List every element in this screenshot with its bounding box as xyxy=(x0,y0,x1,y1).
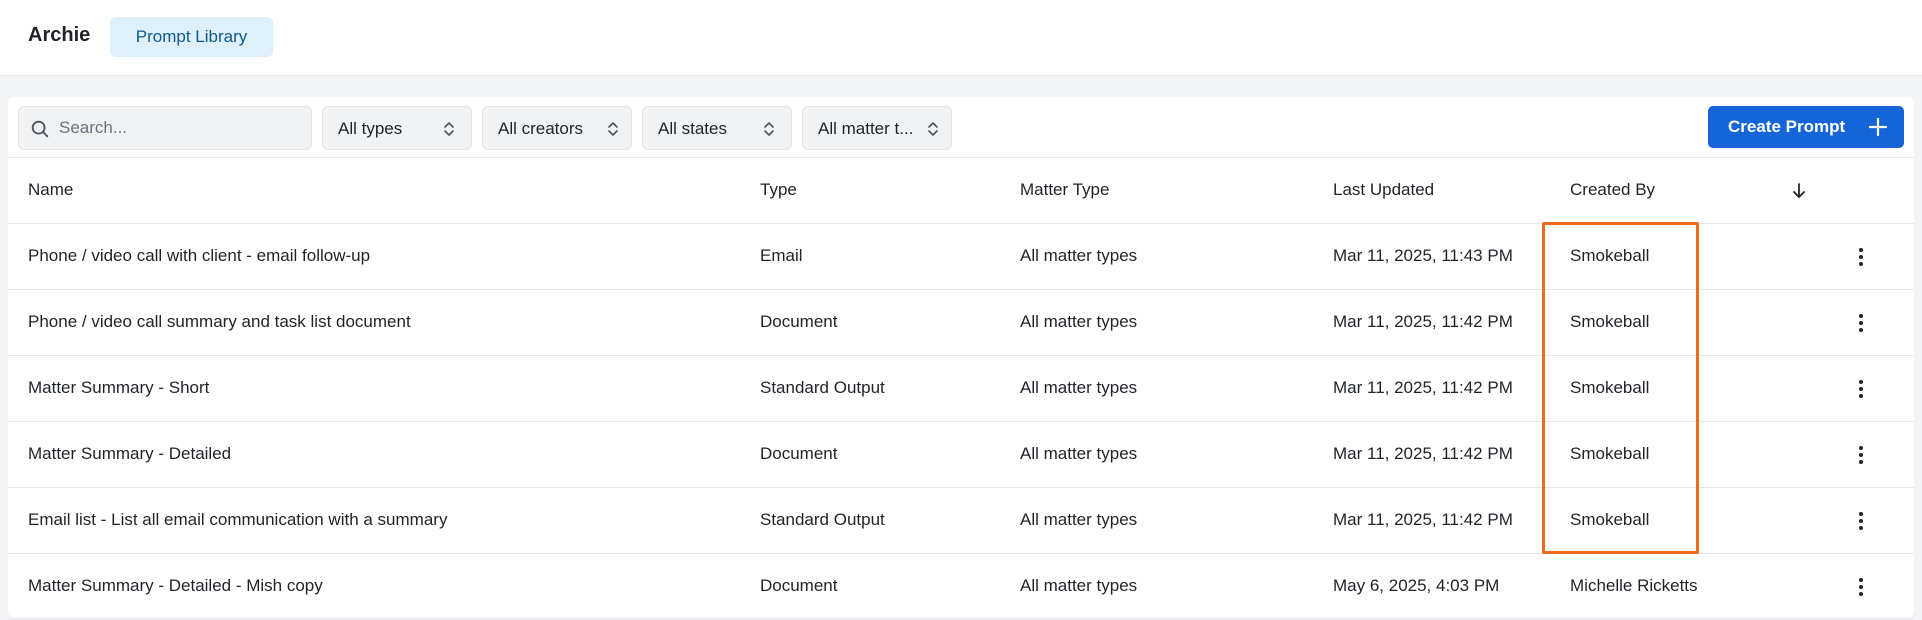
plus-icon xyxy=(1868,117,1888,137)
chevron-up-down-icon xyxy=(928,122,938,136)
create-prompt-button[interactable]: Create Prompt xyxy=(1708,106,1904,148)
table-row[interactable]: Phone / video call summary and task list… xyxy=(8,290,1914,356)
table-row[interactable]: Matter Summary - Detailed Document All m… xyxy=(8,422,1914,488)
chevron-up-down-icon xyxy=(444,122,454,136)
type-filter-value: All types xyxy=(338,119,403,138)
type-filter-select[interactable]: All types xyxy=(322,106,472,150)
row-type: Document xyxy=(760,444,838,463)
row-matter-type: All matter types xyxy=(1020,576,1138,595)
row-type: Email xyxy=(760,246,803,265)
table-row[interactable]: Email list - List all email communicatio… xyxy=(8,488,1914,554)
row-last-updated: May 6, 2025, 4:03 PM xyxy=(1333,576,1500,595)
matter-type-filter-value: All matter t... xyxy=(818,119,914,138)
table-header: Name Type Matter Type Last Updated Creat… xyxy=(8,158,1914,224)
row-matter-type: All matter types xyxy=(1020,510,1138,529)
row-matter-type: All matter types xyxy=(1020,444,1138,463)
state-filter-select[interactable]: All states xyxy=(642,106,792,150)
creator-filter-select[interactable]: All creators xyxy=(482,106,632,150)
row-created-by: Smokeball xyxy=(1570,246,1650,265)
column-header-type[interactable]: Type xyxy=(760,180,797,200)
filter-bar: All types All creators All states All ma… xyxy=(8,97,1914,158)
more-vertical-icon[interactable] xyxy=(1851,576,1871,598)
chevron-up-down-icon xyxy=(608,122,618,136)
row-last-updated: Mar 11, 2025, 11:42 PM xyxy=(1333,510,1513,529)
chevron-up-down-icon xyxy=(764,122,774,136)
search-icon xyxy=(31,120,49,138)
more-vertical-icon[interactable] xyxy=(1851,378,1871,400)
row-name: Email list - List all email communicatio… xyxy=(28,510,448,529)
row-matter-type: All matter types xyxy=(1020,312,1138,331)
arrow-down-icon[interactable] xyxy=(1790,181,1808,201)
row-type: Document xyxy=(760,576,838,595)
row-created-by: Smokeball xyxy=(1570,378,1650,397)
row-matter-type: All matter types xyxy=(1020,378,1138,397)
column-header-created-by[interactable]: Created By xyxy=(1570,180,1655,200)
tab-prompt-library[interactable]: Prompt Library xyxy=(110,17,273,57)
row-name: Matter Summary - Detailed xyxy=(28,444,232,463)
more-vertical-icon[interactable] xyxy=(1851,510,1871,532)
row-created-by: Michelle Ricketts xyxy=(1570,576,1698,595)
row-created-by: Smokeball xyxy=(1570,444,1650,463)
search-box[interactable] xyxy=(18,106,312,150)
row-matter-type: All matter types xyxy=(1020,246,1138,265)
top-bar: Archie Prompt Library xyxy=(0,0,1922,76)
more-vertical-icon[interactable] xyxy=(1851,312,1871,334)
app-name: Archie xyxy=(28,24,91,46)
row-last-updated: Mar 11, 2025, 11:43 PM xyxy=(1333,246,1513,265)
column-header-name[interactable]: Name xyxy=(28,180,73,200)
row-name: Phone / video call with client - email f… xyxy=(28,246,371,265)
column-header-last-updated[interactable]: Last Updated xyxy=(1333,180,1434,200)
create-prompt-label: Create Prompt xyxy=(1728,117,1846,136)
more-vertical-icon[interactable] xyxy=(1851,444,1871,466)
table-row[interactable]: Matter Summary - Short Standard Output A… xyxy=(8,356,1914,422)
row-type: Document xyxy=(760,312,838,331)
prompt-library-panel: All types All creators All states All ma… xyxy=(8,97,1914,620)
table-row[interactable]: Phone / video call with client - email f… xyxy=(8,224,1914,290)
table-row[interactable]: Matter Summary - Detailed - Mish copy Do… xyxy=(8,554,1914,620)
column-header-matter-type[interactable]: Matter Type xyxy=(1020,180,1109,200)
row-last-updated: Mar 11, 2025, 11:42 PM xyxy=(1333,378,1513,397)
state-filter-value: All states xyxy=(658,119,727,138)
matter-type-filter-select[interactable]: All matter t... xyxy=(802,106,952,150)
search-input[interactable] xyxy=(59,107,299,149)
row-last-updated: Mar 11, 2025, 11:42 PM xyxy=(1333,444,1513,463)
more-vertical-icon[interactable] xyxy=(1851,246,1871,268)
creator-filter-value: All creators xyxy=(498,119,584,138)
row-name: Matter Summary - Detailed - Mish copy xyxy=(28,576,323,595)
row-last-updated: Mar 11, 2025, 11:42 PM xyxy=(1333,312,1513,331)
row-type: Standard Output xyxy=(760,378,885,397)
row-name: Matter Summary - Short xyxy=(28,378,210,397)
row-created-by: Smokeball xyxy=(1570,312,1650,331)
row-name: Phone / video call summary and task list… xyxy=(28,312,411,331)
row-created-by: Smokeball xyxy=(1570,510,1650,529)
row-type: Standard Output xyxy=(760,510,885,529)
